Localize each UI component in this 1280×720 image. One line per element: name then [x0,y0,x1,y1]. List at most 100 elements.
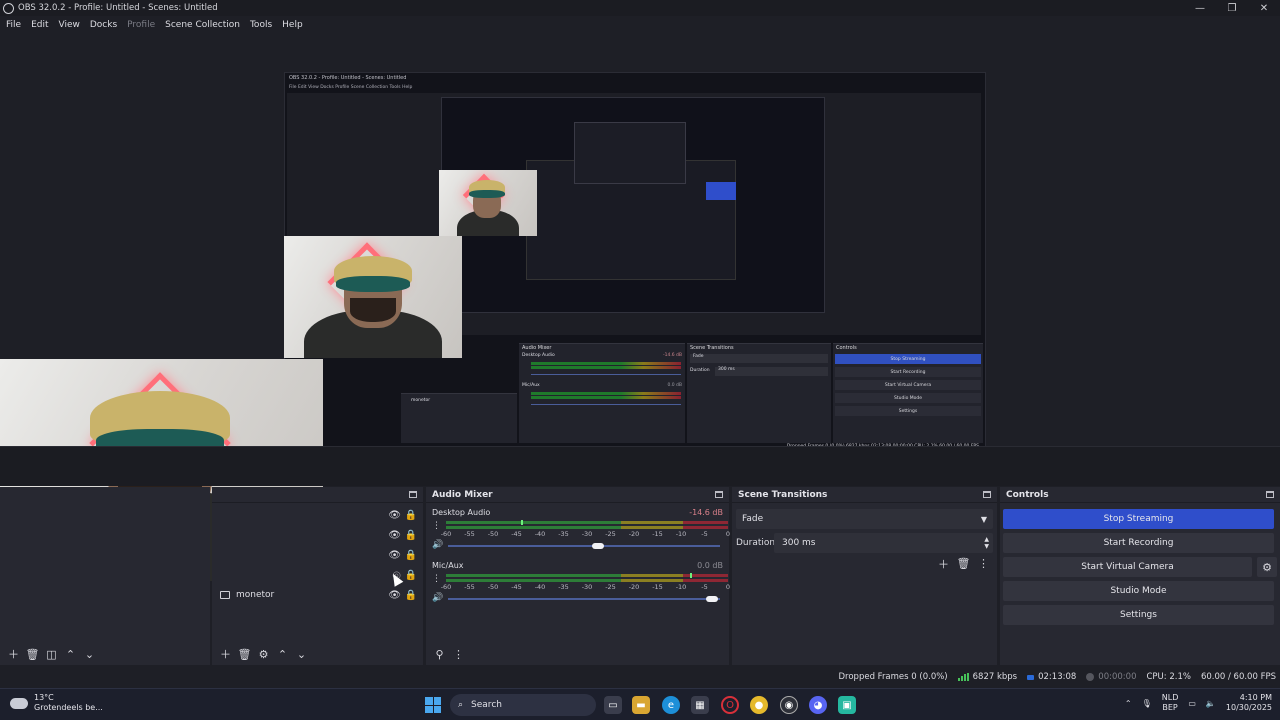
volume-handle[interactable] [705,596,718,602]
visibility-eye-icon[interactable]: 👁 [388,510,401,521]
scale-tick-label: -40 [534,583,546,591]
source-row-monetor[interactable]: monetor 👁 🔒 [212,585,423,605]
spinner-icon[interactable]: ▲ ▼ [984,536,989,550]
virtual-camera-gear-icon[interactable]: ⚙ [1257,557,1277,577]
scene-transitions-dock: Scene Transitions Fade ▼ Duration 300 ms… [732,487,997,665]
menu-scene-collection[interactable]: Scene Collection [165,20,240,30]
dock-float-icon[interactable] [983,491,991,498]
menu-tools[interactable]: Tools [250,20,272,30]
move-source-down-icon[interactable]: ⌄ [294,647,309,662]
source-row[interactable]: 👁 🔒 [212,505,423,525]
lock-icon[interactable]: 🔒 [405,590,417,601]
source-row[interactable]: 👁 🔒 [212,545,423,565]
minimize-button[interactable]: — [1184,0,1216,16]
lock-icon[interactable]: 🔒 [405,550,417,561]
menu-view[interactable]: View [59,20,80,30]
remove-transition-icon[interactable]: 🗑 [956,556,971,571]
inner-desktop-db: -14.6 dB [662,353,682,358]
inner-start-virtual-camera: Start Virtual Camera [835,380,981,390]
volume-slider[interactable] [448,596,720,602]
move-scene-up-icon[interactable]: ⌃ [63,647,78,662]
scene-filters-icon[interactable]: ◫ [44,647,59,662]
visibility-eye-icon[interactable]: 👁 [388,590,401,601]
microphone-icon[interactable]: 🎙 [1142,699,1152,708]
dock-float-icon[interactable] [1266,491,1274,498]
language-indicator[interactable]: NLD BEP [1162,693,1179,713]
source-name: monetor [236,590,275,600]
obs-taskbar-icon[interactable]: ◉ [780,696,798,714]
preview-canvas[interactable]: OBS 32.0.2 - Profile: Untitled - Scenes:… [0,34,1280,581]
volume-handle[interactable] [591,543,604,549]
window-title: OBS 32.0.2 - Profile: Untitled - Scenes:… [18,3,218,13]
advanced-audio-icon[interactable]: ⚲ [432,647,447,662]
inner-controls: Controls Stop Streaming Start Recording … [833,343,983,443]
stop-streaming-button[interactable]: Stop Streaming [1003,509,1274,529]
maximize-button[interactable]: ❐ [1216,0,1248,16]
scale-tick-label: -30 [581,583,593,591]
windows-taskbar: 13°C Grotendeels be... ⌕ Search ▭ ▬ e ▦ … [0,688,1280,720]
meter-scale: -60 -55 -50 -45 -40 -35 -30 -25 -20 -15 -10 -5 0 [441,583,730,593]
menu-docks[interactable]: Docks [90,20,117,30]
lock-icon[interactable]: 🔒 [405,570,417,581]
start-virtual-camera-button[interactable]: Start Virtual Camera [1003,557,1252,577]
inner-window-title: OBS 32.0.2 - Profile: Untitled - Scenes:… [289,75,407,81]
channel-menu-icon[interactable]: ⋮ [432,574,441,584]
discord-icon[interactable]: ◕ [809,696,827,714]
network-icon[interactable]: ▭ [1188,699,1196,708]
file-explorer-icon[interactable]: ▬ [632,696,650,714]
chrome-icon[interactable]: ● [750,696,768,714]
remove-scene-icon[interactable]: 🗑 [25,647,40,662]
menu-edit[interactable]: Edit [31,20,48,30]
streaming-icon [1027,674,1035,680]
source-row[interactable]: 👁 🔒 [212,525,423,545]
speaker-icon[interactable]: 🔊 [432,593,443,603]
scene-transitions-header: Scene Transitions [732,487,997,503]
duration-field[interactable]: 300 ms ▲ ▼ [774,533,993,553]
app-icon[interactable]: ▣ [838,696,856,714]
windows-start-icon[interactable] [425,697,441,713]
inner-stop-streaming: Stop Streaming [835,354,981,364]
menu-profile[interactable]: Profile [127,20,155,30]
dock-float-icon[interactable] [715,491,723,498]
inner-settings: Settings [835,406,981,416]
transition-select[interactable]: Fade ▼ [736,509,993,529]
volume-slider[interactable] [448,543,720,549]
scale-tick-label: -60 [440,530,452,538]
tray-chevron-up-icon[interactable]: ⌃ [1125,699,1132,708]
add-transition-icon[interactable]: ＋ [936,556,951,571]
start-recording-button[interactable]: Start Recording [1003,533,1274,553]
lock-icon[interactable]: 🔒 [405,510,417,521]
move-scene-down-icon[interactable]: ⌄ [82,647,97,662]
taskbar-clock[interactable]: 4:10 PM 10/30/2025 [1226,693,1272,713]
add-scene-icon[interactable]: ＋ [6,647,21,662]
edge-icon[interactable]: e [662,696,680,714]
channel-menu-icon[interactable]: ⋮ [432,521,441,531]
menu-file[interactable]: File [6,20,21,30]
volume-icon[interactable]: 🔈 [1206,699,1216,708]
remove-source-icon[interactable]: 🗑 [237,647,252,662]
move-source-up-icon[interactable]: ⌃ [275,647,290,662]
weather-widget[interactable]: 13°C Grotendeels be... [10,693,103,713]
record-dot-icon [1086,673,1095,681]
dock-float-icon[interactable] [409,491,417,498]
source-properties-gear-icon[interactable]: ⚙ [256,647,271,662]
mixer-menu-icon[interactable]: ⋮ [451,647,466,662]
add-source-icon[interactable]: ＋ [218,647,233,662]
settings-button[interactable]: Settings [1003,605,1274,625]
transition-menu-icon[interactable]: ⋮ [976,556,991,571]
inner-menu: File Edit View Docks Profile Scene Colle… [289,85,413,90]
visibility-eye-icon[interactable]: 👁 [388,550,401,561]
studio-mode-button[interactable]: Studio Mode [1003,581,1274,601]
store-icon[interactable]: ▦ [691,696,709,714]
lock-icon[interactable]: 🔒 [405,530,417,541]
menu-help[interactable]: Help [282,20,303,30]
scale-tick-label: -45 [511,530,522,538]
duration-value: 300 ms [782,538,816,548]
task-view-icon[interactable]: ▭ [604,696,622,714]
close-button[interactable]: ✕ [1248,0,1280,16]
taskbar-search[interactable]: ⌕ Search [450,694,596,716]
opera-icon[interactable]: O [721,696,739,714]
title-bar: OBS 32.0.2 - Profile: Untitled - Scenes:… [0,0,1280,16]
visibility-eye-icon[interactable]: 👁 [388,530,401,541]
speaker-icon[interactable]: 🔊 [432,540,443,550]
